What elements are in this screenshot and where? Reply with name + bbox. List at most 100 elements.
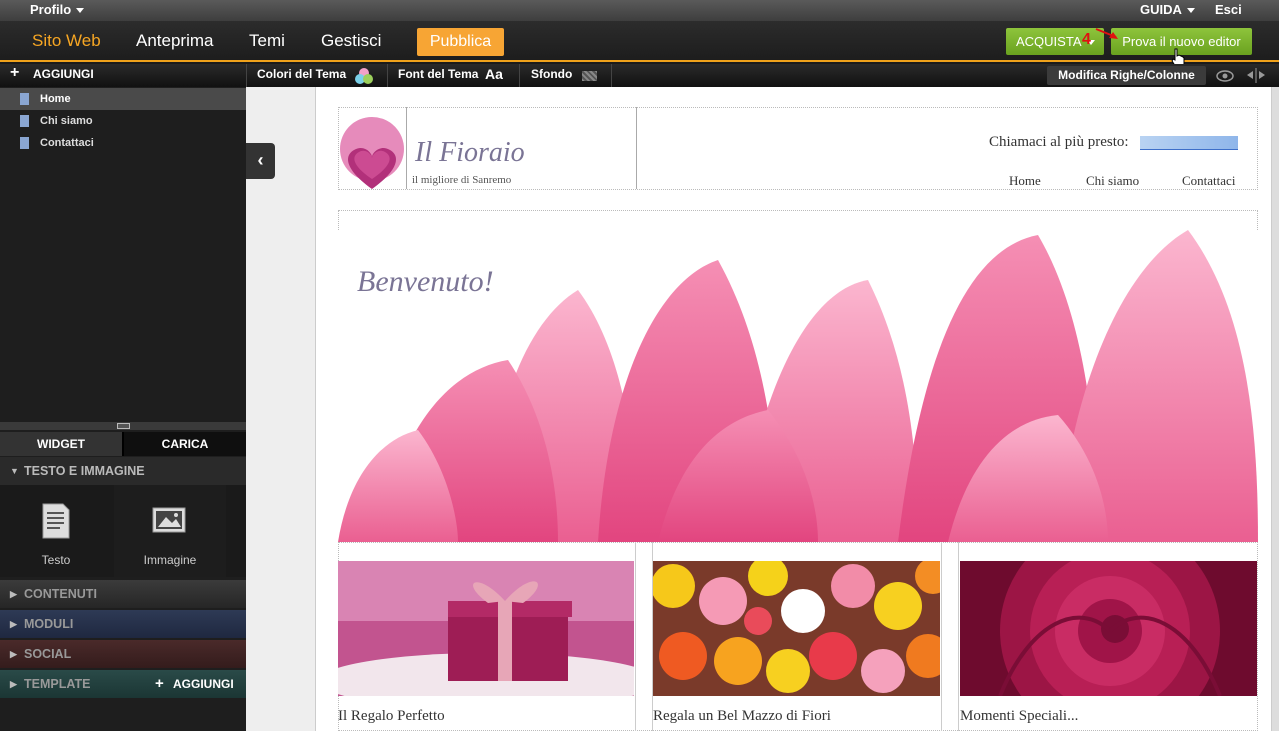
nav-gestisci[interactable]: Gestisci	[321, 31, 381, 51]
card-caption-bouquet[interactable]: Regala un Bel Mazzo di Fiori	[653, 708, 831, 725]
profile-label: Profilo	[30, 2, 72, 17]
site-nav-chi-siamo[interactable]: Chi siamo	[1086, 173, 1139, 189]
page-icon	[20, 93, 29, 105]
toolbar-divider	[611, 64, 612, 87]
page-item-chi-siamo[interactable]: Chi siamo	[0, 110, 246, 132]
plus-icon[interactable]: +	[10, 64, 19, 82]
section-text-image[interactable]: ▼ TESTO E IMMAGINE	[0, 457, 246, 485]
page-item-contattaci[interactable]: Contattaci	[0, 132, 246, 154]
buy-label: ACQUISTA	[1016, 34, 1082, 49]
widget-image[interactable]: Immagine	[114, 485, 226, 577]
section-moduli[interactable]: ▶ MODULI	[0, 610, 246, 638]
widget-grid: Testo Immagine	[0, 485, 246, 577]
toolbar-divider	[519, 64, 520, 87]
nav-temi[interactable]: Temi	[249, 31, 285, 51]
triangle-right-icon: ▶	[10, 679, 17, 689]
triangle-down-icon: ▼	[10, 466, 19, 476]
page-item-home[interactable]: Home	[0, 88, 246, 110]
gift-box-image	[338, 561, 634, 696]
logout-link[interactable]: Esci	[1215, 2, 1242, 17]
chevron-left-icon: ‹	[257, 150, 264, 170]
arrow-annotation-icon	[1095, 28, 1118, 39]
background-button[interactable]: Sfondo	[531, 67, 572, 81]
plus-icon: +	[155, 675, 164, 692]
card-caption-gift[interactable]: Il Regalo Perfetto	[338, 708, 445, 725]
site-title[interactable]: Il Fioraio	[415, 137, 525, 169]
welcome-heading[interactable]: Benvenuto!	[357, 265, 494, 299]
resize-handle-icon[interactable]	[1246, 68, 1266, 83]
phone-number-link[interactable]	[1140, 136, 1238, 150]
widget-text[interactable]: Testo	[0, 485, 112, 577]
site-nav-contattaci[interactable]: Contattaci	[1182, 173, 1235, 189]
image-icon	[152, 507, 186, 533]
vertical-scrollbar[interactable]	[1272, 87, 1279, 731]
page-label: Chi siamo	[40, 115, 93, 127]
flower-bouquet-image	[653, 561, 940, 696]
page-icon	[20, 115, 29, 127]
card-image-gift[interactable]	[338, 561, 634, 696]
section-label: SOCIAL	[24, 647, 72, 661]
card-image-bouquet[interactable]	[653, 561, 940, 696]
widget-image-label: Immagine	[143, 553, 197, 567]
site-nav-home[interactable]: Home	[1009, 173, 1041, 189]
theme-font-button[interactable]: Font del Tema	[398, 67, 478, 81]
triangle-right-icon: ▶	[10, 649, 17, 659]
heart-logo-icon[interactable]	[338, 117, 406, 191]
toolbar-divider	[387, 64, 388, 87]
collapse-panel-button[interactable]: ‹	[246, 143, 275, 179]
section-template[interactable]: ▶ TEMPLATE + AGGIUNGI	[0, 670, 246, 698]
section-label: TESTO E IMMAGINE	[24, 464, 145, 478]
main-nav: Sito Web Anteprima Temi Gestisci Pubblic…	[0, 21, 1279, 62]
section-label: MODULI	[24, 617, 74, 631]
template-add-button[interactable]: AGGIUNGI	[173, 670, 234, 698]
help-menu[interactable]: GUIDA	[1140, 2, 1195, 17]
editor-toolbar: + AGGIUNGI Colori del Tema Font del Tema…	[0, 64, 1279, 87]
chevron-down-icon	[1186, 8, 1195, 14]
step-badge: 4	[1082, 31, 1091, 48]
triangle-right-icon: ▶	[10, 619, 17, 629]
page-list: Home Chi siamo Contattaci	[0, 87, 246, 422]
background-pattern-icon	[582, 71, 597, 81]
theme-font-label: Font del Tema	[398, 67, 479, 81]
section-label: TEMPLATE	[24, 677, 91, 691]
eye-icon[interactable]	[1216, 70, 1234, 82]
panel-splitter[interactable]	[0, 422, 246, 430]
theme-colors-button[interactable]: Colori del Tema	[257, 67, 346, 81]
rose-image	[960, 561, 1257, 696]
triangle-right-icon: ▶	[10, 589, 17, 599]
tab-widget[interactable]: WIDGET	[0, 432, 122, 456]
column-divider	[635, 542, 636, 731]
section-label: CONTENUTI	[24, 587, 97, 601]
font-icon: Aa	[485, 66, 503, 82]
page-label: Home	[40, 93, 71, 105]
edit-rows-columns-button[interactable]: Modifica Righe/Colonne	[1047, 66, 1206, 85]
nav-anteprima[interactable]: Anteprima	[136, 31, 213, 51]
profile-menu[interactable]: Profilo	[30, 2, 85, 17]
top-bar: Profilo GUIDA Esci	[0, 0, 1279, 21]
section-contenuti[interactable]: ▶ CONTENUTI	[0, 580, 246, 608]
section-social[interactable]: ▶ SOCIAL	[0, 640, 246, 668]
header-divider	[636, 107, 637, 189]
site-preview: Il Fioraio il migliore di Sanremo Chiama…	[315, 87, 1272, 731]
tab-carica[interactable]: CARICA	[124, 432, 246, 456]
theme-colors-label: Colori del Tema	[257, 67, 347, 81]
publish-button[interactable]: Pubblica	[417, 28, 504, 56]
page-label: Contattaci	[40, 137, 94, 149]
add-page-button[interactable]: AGGIUNGI	[33, 67, 94, 81]
column-divider	[958, 542, 959, 731]
site-subtitle: il migliore di Sanremo	[412, 174, 512, 186]
left-sidebar: Home Chi siamo Contattaci WIDGET CARICA …	[0, 87, 246, 731]
help-label: GUIDA	[1140, 2, 1182, 17]
card-image-rose[interactable]	[960, 561, 1257, 696]
page-icon	[20, 137, 29, 149]
chevron-down-icon	[76, 8, 85, 14]
toolbar-divider	[246, 64, 247, 87]
background-label: Sfondo	[531, 67, 573, 81]
header-divider	[406, 107, 407, 189]
widget-text-label: Testo	[41, 553, 71, 567]
grip-icon[interactable]	[117, 423, 130, 429]
text-document-icon	[42, 503, 70, 539]
phone-label: Chiamaci al più presto:	[989, 134, 1129, 150]
nav-sito-web[interactable]: Sito Web	[32, 31, 101, 51]
card-caption-moments[interactable]: Momenti Speciali...	[960, 708, 1078, 725]
